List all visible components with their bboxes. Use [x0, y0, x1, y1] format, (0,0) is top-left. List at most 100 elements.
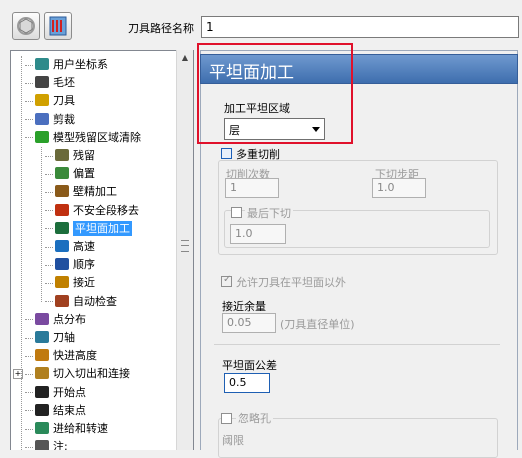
tree-connector: [45, 210, 53, 212]
tree-item[interactable]: 结束点: [25, 402, 86, 420]
tree-item[interactable]: 不安全段移去: [45, 202, 139, 220]
final-cut-checkbox[interactable]: [231, 207, 242, 218]
tree-connector: [25, 100, 33, 102]
tree-guide-line: [41, 147, 42, 302]
tree-item[interactable]: 切入切出和连接: [25, 365, 130, 383]
approach-allowance-field[interactable]: 0.05: [222, 313, 276, 333]
tree-item[interactable]: 接近: [45, 274, 95, 292]
offset-icon: [55, 167, 69, 180]
tree-scrollbar[interactable]: ▲: [176, 50, 193, 450]
tree-connector: [25, 410, 33, 412]
final-cut-label: 最后下切: [245, 205, 293, 221]
final-cut-field[interactable]: 1.0: [230, 224, 286, 244]
tree-item-label: 快进高度: [53, 349, 97, 363]
allow-outside-checkbox[interactable]: ✓: [221, 274, 232, 287]
tree-connector: [45, 191, 53, 193]
tree-item[interactable]: 刀具: [25, 92, 75, 110]
tool-axis-icon: [35, 331, 49, 343]
scroll-grip[interactable]: [181, 240, 189, 252]
tree-guide-line: [21, 56, 22, 450]
scroll-up-arrow-icon[interactable]: ▲: [177, 51, 193, 65]
tree-item[interactable]: 模型残留区域清除: [25, 129, 141, 147]
tree-item-label: 注:: [53, 440, 68, 450]
tree-item[interactable]: 壁精加工: [45, 183, 117, 201]
start-point-icon: [35, 385, 49, 398]
multi-cut-checkbox[interactable]: [221, 148, 232, 159]
tree-item-label: 开始点: [53, 385, 86, 399]
tree-item[interactable]: 点分布: [25, 311, 86, 329]
flat-tolerance-label: 平坦面公差: [222, 359, 277, 372]
tree-connector: [25, 82, 33, 84]
approach-allowance-label: 接近余量: [222, 300, 266, 313]
tree-item-label: 剪裁: [53, 112, 75, 126]
feeds-speeds-icon: [35, 422, 49, 434]
tree-item[interactable]: 快进高度: [25, 347, 97, 365]
tree-connector: [45, 246, 53, 248]
toolpath-name-input[interactable]: 1: [201, 16, 519, 38]
notes-icon: [35, 440, 49, 450]
tree-connector: [25, 428, 33, 430]
tree-item[interactable]: 顺序: [45, 256, 95, 274]
tree-item[interactable]: 残留: [45, 147, 95, 165]
tree-connector: [45, 228, 53, 230]
tree-item-label: 切入切出和连接: [53, 367, 130, 381]
tree-item-label: 模型残留区域清除: [53, 130, 141, 144]
tree-item-label: 接近: [73, 276, 95, 290]
tree-item-label: 进给和转速: [53, 422, 108, 435]
wall-finish-icon: [55, 185, 69, 198]
tool-icon: [35, 94, 49, 107]
tree-item-label: 用户坐标系: [53, 58, 108, 71]
tree-item-label: 残留: [73, 149, 95, 162]
tree-item[interactable]: 刀轴: [25, 329, 75, 347]
auto-check-icon: [55, 294, 69, 307]
settings-cube-button[interactable]: [12, 12, 40, 40]
flat-machining-icon: [55, 221, 69, 234]
tree-connector: [45, 264, 53, 266]
rapid-height-icon: [35, 349, 49, 362]
approach-icon: [55, 276, 69, 289]
high-speed-icon: [55, 240, 69, 252]
tree-item[interactable]: 开始点: [25, 384, 86, 402]
divider: [214, 344, 500, 345]
step-down-field[interactable]: 1.0: [372, 178, 426, 198]
tree-item-label: 刀轴: [53, 331, 75, 344]
tree-connector: [25, 119, 33, 121]
tree-item[interactable]: 用户坐标系: [25, 56, 108, 74]
tree-connector: [45, 282, 53, 284]
unsafe-segment-icon: [55, 203, 69, 216]
tree-item[interactable]: 剪裁: [25, 111, 75, 129]
tree-item-label: 自动检查: [73, 294, 117, 308]
strategy-tree: 用户坐标系毛坯 刀具剪裁模型残留区域清除残留偏置壁精加工不安全段移去 平坦面加工高速…: [10, 50, 194, 450]
flat-tolerance-field[interactable]: 0.5: [224, 373, 270, 393]
stock-icon: [35, 76, 49, 89]
tree-item[interactable]: 高速: [45, 238, 95, 256]
end-point-icon: [35, 403, 49, 416]
tree-connector: [45, 155, 53, 157]
threshold-label: 阈限: [222, 434, 244, 447]
tree-item-label: 壁精加工: [73, 185, 117, 199]
rest-icon: [55, 149, 69, 161]
order-icon: [55, 258, 69, 271]
tree-item[interactable]: 自动检查: [45, 293, 117, 311]
tree-item-label: 结束点: [53, 403, 86, 417]
toolpath-icon: [49, 16, 67, 36]
tree-item[interactable]: 注:: [25, 438, 68, 450]
tree-connector: [25, 373, 33, 375]
top-toolbar: 刀具路径名称 1: [0, 0, 522, 46]
cut-count-field[interactable]: 1: [225, 178, 279, 198]
tree-connector: [25, 319, 33, 321]
leads-links-icon: [35, 367, 49, 380]
ignore-holes-checkbox[interactable]: [221, 413, 232, 424]
model-rest-icon: [35, 130, 49, 143]
ucs-icon: [35, 58, 49, 70]
tree-item[interactable]: 进给和转速: [25, 420, 108, 438]
tree-item[interactable]: 平坦面加工: [45, 220, 132, 238]
tree-item[interactable]: 毛坯: [25, 74, 75, 92]
trim-icon: [35, 112, 49, 125]
toolpath-icon-button[interactable]: [44, 12, 72, 40]
allow-outside-label: 允许刀具在平坦面以外: [236, 276, 346, 289]
point-distribution-icon: [35, 312, 49, 325]
tree-item[interactable]: 偏置: [45, 165, 95, 183]
tree-item-label: 高速: [73, 240, 95, 253]
tree-item-label: 点分布: [53, 312, 86, 326]
